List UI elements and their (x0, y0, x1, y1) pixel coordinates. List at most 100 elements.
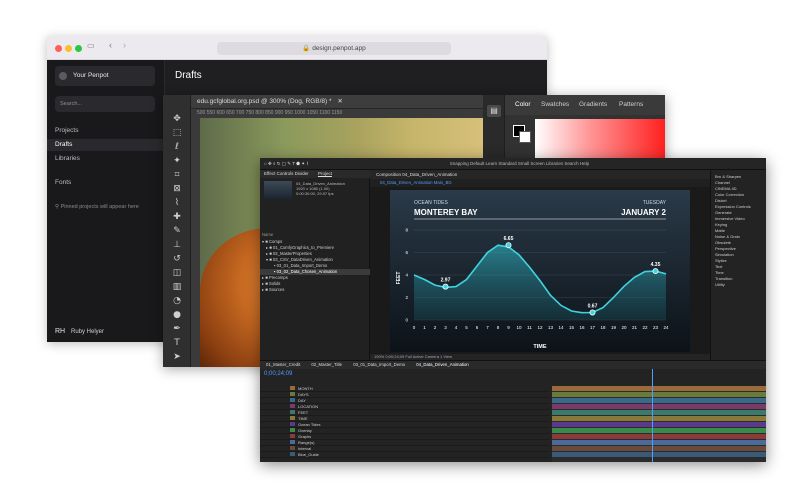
effect-category-item[interactable]: Utility (715, 282, 725, 287)
timeline-tab[interactable]: 03_01_Data_Import_Demo (343, 362, 405, 367)
tab-gradients[interactable]: Gradients (579, 101, 607, 108)
layer-bar[interactable] (552, 416, 766, 421)
layer-bar[interactable] (552, 452, 766, 457)
nav-fonts[interactable]: Fonts (55, 179, 71, 186)
layer-bar[interactable] (552, 422, 766, 427)
effect-category-item[interactable]: Immersive Video (715, 216, 745, 221)
stamp-tool-icon[interactable]: ⊥ (170, 239, 184, 251)
layer-color-label[interactable] (290, 392, 295, 396)
workspace-menu[interactable]: Snapping Default Learn Standard Small Sc… (310, 161, 589, 166)
sidebar-toggle-icon[interactable]: ▭ (87, 41, 95, 50)
ae-tool-icons[interactable]: ⌂ ✥ ⌕ ↻ ▢ ✎ T ⬟ ✦ ⌇ (260, 161, 310, 166)
tide-chart[interactable]: OCEAN TIDES MONTEREY BAY TUESDAY JANUARY… (390, 190, 690, 352)
team-selector[interactable]: Your Penpot (55, 66, 155, 86)
layer-color-label[interactable] (290, 416, 295, 420)
crop-tool-icon[interactable]: ⌗ (170, 169, 184, 181)
layer-color-label[interactable] (290, 398, 295, 402)
nav-projects[interactable]: Projects (55, 127, 78, 134)
effect-category-item[interactable]: Obsolete (715, 240, 731, 245)
type-tool-icon[interactable]: T (170, 337, 184, 349)
pen-tool-icon[interactable]: ✒ (170, 323, 184, 335)
back-icon[interactable]: ‹ (109, 40, 112, 50)
layer-color-label[interactable] (290, 410, 295, 414)
effect-category-item[interactable]: Matte (715, 228, 725, 233)
layer-bar[interactable] (552, 434, 766, 439)
gradient-tool-icon[interactable]: ▥ (170, 281, 184, 293)
tree-item[interactable]: ▾ ■ 03_CSV_DataDriven_Animation (266, 257, 333, 262)
tree-item[interactable]: ▸ ■ Solids (262, 281, 280, 286)
tree-item[interactable]: ▸ ■ Precomps (262, 275, 288, 280)
layer-bar[interactable] (552, 446, 766, 451)
effect-controls-tab[interactable]: Effect Controls Divider (264, 171, 309, 176)
effect-category-item[interactable]: Stylize (715, 258, 727, 263)
timecode[interactable]: 0;00;24;09 (264, 371, 292, 377)
eraser-tool-icon[interactable]: ◫ (170, 267, 184, 279)
effect-category-item[interactable]: CINEMA 4D (715, 186, 737, 191)
playhead[interactable] (652, 369, 653, 462)
effect-category-item[interactable]: Simulation (715, 252, 734, 257)
forward-icon[interactable]: › (123, 40, 126, 50)
tree-item[interactable]: ▪ 03_01_Data_Import_Demo (274, 263, 327, 268)
healing-brush-icon[interactable]: ✚ (170, 211, 184, 223)
layer-row[interactable]: Blue_Guide (260, 452, 550, 458)
layer-bar[interactable] (552, 398, 766, 403)
layer-bar[interactable] (552, 392, 766, 397)
tab-swatches[interactable]: Swatches (541, 101, 569, 108)
nav-libraries[interactable]: Libraries (55, 155, 80, 162)
timeline-tab[interactable]: 02_Master_Title (301, 362, 342, 367)
layer-color-label[interactable] (290, 422, 295, 426)
minimize-dot[interactable] (65, 45, 72, 52)
document-tab[interactable]: edu.gcfglobal.org.psd @ 300% (Dog, RGB/8… (197, 97, 343, 105)
comment-icon[interactable]: ▤ (487, 105, 501, 117)
tree-item[interactable]: ▾ ■ Comps (262, 239, 282, 244)
project-tab[interactable]: Project (318, 171, 332, 176)
layer-color-label[interactable] (290, 452, 295, 456)
close-dot[interactable] (55, 45, 62, 52)
effect-category-item[interactable]: Generate (715, 210, 732, 215)
path-select-icon[interactable]: ➤ (170, 351, 184, 363)
layer-color-label[interactable] (290, 404, 295, 408)
tab-color[interactable]: Color (515, 101, 531, 108)
effect-category-item[interactable]: Brn & Sharpen (715, 174, 741, 179)
tree-item[interactable]: ▸ ■ 02_MasterProperties (266, 251, 312, 256)
lasso-tool-icon[interactable]: ℓ (170, 141, 184, 153)
move-tool-icon[interactable]: ✥ (170, 113, 184, 125)
layer-bar[interactable] (552, 410, 766, 415)
timeline-tab-active[interactable]: 04_Data_Driven_Animation (406, 362, 469, 367)
effect-category-item[interactable]: Transition (715, 276, 732, 281)
timeline-tab[interactable]: 01_Master_Credit (260, 362, 300, 367)
tree-item[interactable]: ▸ ■ Sources (262, 287, 284, 292)
layer-color-label[interactable] (290, 428, 295, 432)
effect-category-item[interactable]: Color Correction (715, 192, 744, 197)
layer-bar[interactable] (552, 440, 766, 445)
zoom-dot[interactable] (75, 45, 82, 52)
user-avatar[interactable]: RH (55, 328, 65, 335)
background-color-swatch[interactable] (519, 131, 531, 143)
layer-color-label[interactable] (290, 386, 295, 390)
effect-category-item[interactable]: Expression Controls (715, 204, 751, 209)
search-input[interactable]: Search... (55, 96, 155, 112)
dodge-tool-icon[interactable]: ● (170, 309, 184, 321)
frame-tool-icon[interactable]: ⊠ (170, 183, 184, 195)
effect-category-item[interactable]: Time (715, 270, 724, 275)
history-brush-icon[interactable]: ↺ (170, 253, 184, 265)
tree-item-selected[interactable]: ▪ 03_02_Data_Chosen_Animation (274, 269, 337, 274)
composition-tab[interactable]: Composition 04_Data_Driven_Animation (370, 170, 710, 179)
eyedropper-icon[interactable]: ⌇ (170, 197, 184, 209)
blur-tool-icon[interactable]: ◔ (170, 295, 184, 307)
layer-color-label[interactable] (290, 440, 295, 444)
layer-bar[interactable] (552, 404, 766, 409)
user-name[interactable]: Ruby Helyer (71, 329, 104, 335)
close-tab-icon[interactable]: ✕ (337, 98, 342, 105)
address-bar[interactable]: 🔒 design.penpot.app (217, 42, 451, 55)
effect-category-item[interactable]: Distort (715, 198, 727, 203)
layer-color-label[interactable] (290, 434, 295, 438)
magic-wand-icon[interactable]: ✦ (170, 155, 184, 167)
effect-category-item[interactable]: Channel (715, 180, 730, 185)
layer-bar[interactable] (552, 428, 766, 433)
marquee-tool-icon[interactable]: ⬚ (170, 127, 184, 139)
effect-category-item[interactable]: Perspective (715, 246, 736, 251)
tree-item[interactable]: ▸ ■ 01_ComfyGraphics_to_Premiere (266, 245, 334, 250)
brush-tool-icon[interactable]: ✎ (170, 225, 184, 237)
effect-category-item[interactable]: Noise & Grain (715, 234, 740, 239)
